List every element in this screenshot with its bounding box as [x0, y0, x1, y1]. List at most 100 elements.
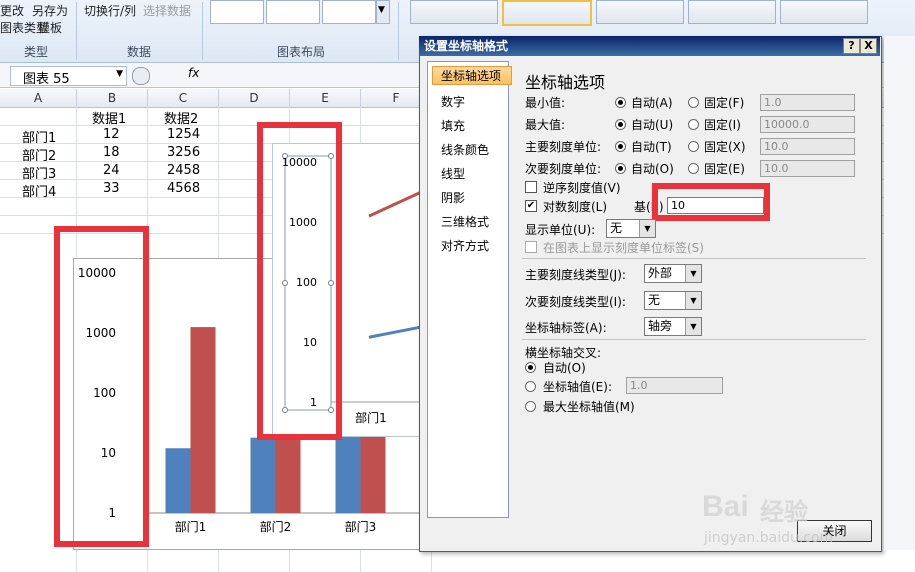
- major-fixed-radio[interactable]: [688, 141, 699, 152]
- cross-max-radio[interactable]: [525, 401, 536, 412]
- nav-alignment[interactable]: 对齐方式: [441, 237, 489, 254]
- chart-style-4[interactable]: [688, 0, 776, 24]
- display-units-label: 显示单位(U):: [525, 223, 596, 237]
- minor-fixed-label[interactable]: 固定(E): [704, 160, 745, 177]
- major-value-field[interactable]: 10.0: [760, 138, 855, 155]
- chart-style-5[interactable]: [780, 0, 868, 24]
- chevron-down-icon[interactable]: ▼: [685, 292, 701, 309]
- dialog-title-bar[interactable]: 设置坐标轴格式 ? X: [419, 36, 880, 56]
- change-chart-type-label[interactable]: 更改: [0, 2, 24, 19]
- nav-number[interactable]: 数字: [441, 93, 465, 110]
- nav-line-style[interactable]: 线型: [441, 165, 465, 182]
- table-row-label[interactable]: 部门4: [22, 181, 56, 200]
- max-value-field[interactable]: 10000.0: [760, 116, 855, 133]
- major-auto-radio[interactable]: [615, 141, 626, 152]
- show-units-checkbox[interactable]: [525, 241, 537, 253]
- select-data-button[interactable]: 选择数据: [143, 2, 191, 19]
- fx-icon[interactable]: fx: [188, 66, 199, 80]
- cross-value-label[interactable]: 坐标轴值(E):: [543, 378, 612, 395]
- log-scale-checkbox[interactable]: ✔: [525, 200, 537, 212]
- reverse-label[interactable]: 逆序刻度值(V): [543, 179, 621, 196]
- formula-controls: fx: [130, 66, 208, 85]
- major-auto-label[interactable]: 自动(T): [631, 138, 672, 155]
- section-heading: 坐标轴选项: [525, 73, 606, 92]
- minor-value-field[interactable]: 10.0: [760, 160, 855, 177]
- layout-thumb-1[interactable]: [210, 0, 264, 24]
- chart-style-1[interactable]: [410, 0, 498, 24]
- cross-auto-label[interactable]: 自动(O): [543, 359, 586, 376]
- table-cell[interactable]: 18: [103, 145, 120, 160]
- column-header-a[interactable]: A: [0, 89, 77, 107]
- table-row-label[interactable]: 部门2: [22, 145, 56, 164]
- header-data1[interactable]: 数据1: [92, 108, 126, 127]
- display-units-select[interactable]: 无 ▼: [606, 219, 656, 238]
- nav-shadow[interactable]: 阴影: [441, 189, 465, 206]
- major-unit-label: 主要刻度单位:: [525, 140, 602, 154]
- expand-icon[interactable]: [132, 67, 150, 85]
- chevron-down-icon[interactable]: ▼: [685, 265, 701, 282]
- major-tick-select[interactable]: 外部 ▼: [644, 264, 702, 283]
- chevron-down-icon[interactable]: ▼: [685, 318, 701, 335]
- table-cell[interactable]: 24: [103, 163, 120, 178]
- column-header-b[interactable]: B: [77, 89, 148, 107]
- save-as-label[interactable]: 另存为: [32, 2, 68, 19]
- max-fixed-label[interactable]: 固定(I): [704, 116, 741, 133]
- minor-auto-radio[interactable]: [615, 163, 626, 174]
- max-auto-label[interactable]: 自动(U): [631, 116, 673, 133]
- min-fixed-radio[interactable]: [688, 97, 699, 108]
- table-cell[interactable]: 4568: [167, 181, 200, 196]
- min-value-field[interactable]: 1.0: [760, 94, 855, 111]
- minor-auto-label[interactable]: 自动(O): [631, 160, 674, 177]
- major-tick-label: 主要刻度线类型(J):: [525, 268, 626, 282]
- reverse-checkbox[interactable]: [525, 181, 537, 193]
- table-row-label[interactable]: 部门1: [22, 127, 56, 146]
- minor-tick-select[interactable]: 无 ▼: [644, 291, 702, 310]
- min-auto-radio[interactable]: [615, 97, 626, 108]
- nav-fill[interactable]: 填充: [441, 117, 465, 134]
- help-button[interactable]: ?: [843, 38, 860, 54]
- nav-axis-options[interactable]: 坐标轴选项: [432, 66, 512, 85]
- cross-value-field[interactable]: 1.0: [626, 377, 723, 394]
- table-cell[interactable]: 3256: [167, 145, 200, 160]
- axis-labels-select[interactable]: 轴旁 ▼: [644, 317, 702, 336]
- chevron-down-icon[interactable]: ▼: [639, 220, 655, 237]
- min-fixed-label[interactable]: 固定(F): [704, 94, 744, 111]
- max-auto-radio[interactable]: [615, 119, 626, 130]
- chart-style-2[interactable]: [502, 0, 592, 26]
- layout-scroll[interactable]: ▼: [376, 0, 390, 24]
- close-icon[interactable]: X: [860, 38, 877, 54]
- x-tick-label: 部门3: [345, 519, 377, 534]
- table-row-label[interactable]: 部门3: [22, 163, 56, 182]
- layout-thumb-2[interactable]: [266, 0, 320, 24]
- template-label[interactable]: 模板: [38, 19, 62, 36]
- min-auto-label[interactable]: 自动(A): [631, 94, 673, 111]
- table-cell[interactable]: 12: [103, 127, 120, 142]
- min-label: 最小值:: [525, 96, 566, 110]
- column-header-c[interactable]: C: [148, 89, 219, 107]
- axis-labels-label: 坐标轴标签(A):: [525, 321, 607, 335]
- separator: [522, 258, 866, 259]
- minor-fixed-radio[interactable]: [688, 163, 699, 174]
- chart-style-3[interactable]: [596, 0, 684, 24]
- header-data2[interactable]: 数据2: [164, 108, 198, 127]
- cross-value-radio[interactable]: [525, 381, 536, 392]
- column-header-d[interactable]: D: [219, 89, 290, 107]
- table-cell[interactable]: 1254: [167, 127, 200, 142]
- nav-3d-format[interactable]: 三维格式: [441, 213, 489, 230]
- x-tick-label: 部门2: [260, 519, 292, 534]
- max-fixed-radio[interactable]: [688, 119, 699, 130]
- nav-line-color[interactable]: 线条颜色: [441, 141, 489, 158]
- minor-tick-value: 无: [648, 293, 661, 307]
- table-cell[interactable]: 2458: [167, 163, 200, 178]
- chevron-down-icon[interactable]: ▼: [116, 69, 123, 79]
- log-scale-label[interactable]: 对数刻度(L): [543, 198, 607, 215]
- table-cell[interactable]: 33: [103, 181, 120, 196]
- cross-max-label[interactable]: 最大坐标轴值(M): [543, 398, 635, 415]
- show-units-label: 在图表上显示刻度单位标签(S): [543, 241, 704, 255]
- major-fixed-label[interactable]: 固定(X): [704, 138, 746, 155]
- name-box[interactable]: 图表 55 ▼: [10, 66, 127, 87]
- switch-row-col-button[interactable]: 切换行/列: [84, 2, 136, 19]
- layout-thumb-3[interactable]: [322, 0, 376, 24]
- column-header-e[interactable]: E: [290, 89, 361, 107]
- cross-auto-radio[interactable]: [525, 362, 536, 373]
